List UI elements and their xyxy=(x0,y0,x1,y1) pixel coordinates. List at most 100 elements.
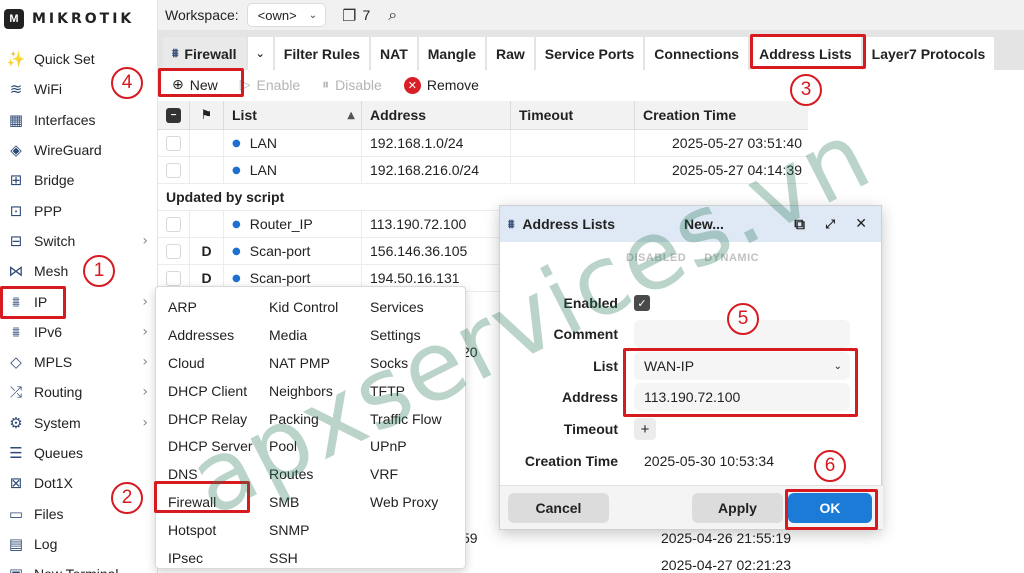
sidebar-item-routing[interactable]: ⤮ Routing › xyxy=(0,377,158,407)
sidebar-item-queues[interactable]: ☰ Queues xyxy=(0,438,158,468)
column-header-timeout[interactable]: Timeout xyxy=(511,100,635,130)
row-checkbox-cell[interactable] xyxy=(158,156,190,184)
submenu-item-ssh[interactable]: SSH xyxy=(269,544,338,572)
tab-connections[interactable]: Connections xyxy=(645,37,749,70)
submenu-item-upnp[interactable]: UPnP xyxy=(370,432,442,460)
terminal-icon: ▣ xyxy=(6,565,26,573)
submenu-item-dhcp-client[interactable]: DHCP Client xyxy=(168,377,253,405)
sidebar-item-wireguard[interactable]: ◈ WireGuard xyxy=(0,135,158,165)
workspace-select[interactable]: <own> ⌄ xyxy=(246,3,327,27)
tab-bar: ⩩ Firewall ⌄ Filter Rules NAT Mangle Raw Servic… xyxy=(158,30,1024,70)
mesh-icon: ⋈ xyxy=(8,262,24,281)
sidebar-item-mesh[interactable]: ⋈ Mesh xyxy=(0,256,158,286)
dialog-title: Address Lists xyxy=(522,216,616,232)
add-timeout-button[interactable]: + xyxy=(634,418,656,440)
sidebar-item-new-terminal[interactable]: ▣ New Terminal xyxy=(0,559,158,573)
row-checkbox[interactable] xyxy=(166,162,181,178)
submenu-item-media[interactable]: Media xyxy=(269,321,338,349)
submenu-item-traffic-flow[interactable]: Traffic Flow xyxy=(370,405,442,433)
sidebar-item-log[interactable]: ▤ Log xyxy=(0,529,158,559)
submenu-item-neighbors[interactable]: Neighbors xyxy=(269,377,338,405)
table-partial-creation-1: 2025-04-26 21:55:19 xyxy=(661,530,791,546)
submenu-item-addresses[interactable]: Addresses xyxy=(168,321,253,349)
highlight-ip xyxy=(0,286,66,319)
search-icon[interactable]: ⌕ xyxy=(388,5,397,25)
sidebar-item-switch[interactable]: ⊟ Switch › xyxy=(0,226,158,256)
submenu-item-ipsec[interactable]: IPsec xyxy=(168,544,253,572)
apply-button[interactable]: Apply xyxy=(692,493,783,523)
enabled-checkbox[interactable]: ✓ xyxy=(634,295,650,311)
row-list-text: LAN xyxy=(249,135,277,151)
logo-text: MIKROTIK xyxy=(32,11,135,27)
row-checkbox[interactable] xyxy=(166,243,181,259)
row-flag xyxy=(190,210,224,238)
sidebar-item-system[interactable]: ⚙ System › xyxy=(0,408,158,438)
sidebar-item-ppp[interactable]: ⊡ PPP xyxy=(0,195,158,225)
column-header-creation-time[interactable]: Creation Time xyxy=(635,101,808,130)
submenu-item-routes[interactable]: Routes xyxy=(269,460,338,488)
tab-service-ports[interactable]: Service Ports xyxy=(535,37,644,70)
row-checkbox[interactable] xyxy=(166,216,181,232)
row-checkbox-cell[interactable] xyxy=(158,129,190,157)
enable-button[interactable]: ▷ Enable xyxy=(240,77,300,93)
row-checkbox[interactable] xyxy=(166,270,181,286)
submenu-item-settings[interactable]: Settings xyxy=(370,321,442,349)
submenu-item-web-proxy[interactable]: Web Proxy xyxy=(370,488,442,516)
sidebar-item-label: System xyxy=(34,414,81,431)
tab-raw[interactable]: Raw xyxy=(487,37,534,70)
tab-mangle[interactable]: Mangle xyxy=(418,37,485,70)
comment-row: Comment xyxy=(500,319,883,349)
disable-button[interactable]: ⏸ Disable xyxy=(322,77,382,93)
tab-filter-rules[interactable]: Filter Rules xyxy=(274,37,370,70)
remove-button[interactable]: ✕ Remove xyxy=(403,76,479,94)
row-checkbox-cell[interactable] xyxy=(158,237,190,265)
submenu-item-snmp[interactable]: SNMP xyxy=(269,516,338,544)
row-checkbox[interactable] xyxy=(166,135,181,151)
tab-layer7-protocols[interactable]: Layer7 Protocols xyxy=(862,37,995,70)
submenu-item-pool[interactable]: Pool xyxy=(269,432,338,460)
column-header-list[interactable]: List ▲ xyxy=(224,100,362,130)
table-row[interactable]: ● LAN 192.168.216.0/24 2025-05-27 04:14:39 xyxy=(158,156,808,184)
row-checkbox-cell[interactable] xyxy=(158,210,190,238)
windows-icon[interactable]: ❐ xyxy=(342,6,356,25)
submenu-item-dhcp-relay[interactable]: DHCP Relay xyxy=(168,405,253,433)
sidebar-item-mpls[interactable]: ◇ MPLS › xyxy=(0,347,158,377)
submenu-item-vrf[interactable]: VRF xyxy=(370,460,442,488)
tab-nat[interactable]: NAT xyxy=(371,37,417,70)
sidebar-item-interfaces[interactable]: ▦ Interfaces xyxy=(0,105,158,135)
tab-firewall[interactable]: ⩩ Firewall xyxy=(163,37,246,70)
ipv4-icon: ⩩ xyxy=(508,216,515,231)
mikrotik-logo-icon: M xyxy=(4,9,24,29)
sidebar-item-label: WireGuard xyxy=(34,142,102,159)
gear-icon: ⚙ xyxy=(9,413,23,432)
chevron-down-icon: ⌄ xyxy=(255,47,265,60)
submenu-item-hotspot[interactable]: Hotspot xyxy=(168,516,253,544)
expand-icon[interactable]: ⤢ xyxy=(825,217,835,232)
submenu-item-nat-pmp[interactable]: NAT PMP xyxy=(269,349,338,377)
submenu-item-cloud[interactable]: Cloud xyxy=(168,349,253,377)
column-header-address[interactable]: Address xyxy=(362,100,511,130)
table-row[interactable]: ● LAN 192.168.1.0/24 2025-05-27 03:51:40 xyxy=(158,129,808,157)
ppp-icon: ⊡ xyxy=(9,201,23,220)
select-all-checkbox[interactable]: − xyxy=(158,100,190,130)
ipv6-icon: ⩩ xyxy=(11,322,20,341)
submenu-item-dhcp-server[interactable]: DHCP Server xyxy=(168,432,253,460)
dialog-header[interactable]: ⩩ Address Lists New... ⧉ ⤢ ✕ xyxy=(500,206,881,242)
close-icon[interactable]: ✕ xyxy=(855,216,867,232)
submenu-item-services[interactable]: Services xyxy=(370,293,442,321)
submenu-item-packing[interactable]: Packing xyxy=(269,405,338,433)
cancel-button[interactable]: Cancel xyxy=(508,493,609,523)
row-flag xyxy=(190,156,224,184)
submenu-item-arp[interactable]: ARP xyxy=(168,293,253,321)
tab-dropdown[interactable]: ⌄ xyxy=(247,37,273,70)
sidebar-item-bridge[interactable]: ⊞ Bridge xyxy=(0,165,158,195)
dot-icon: ● xyxy=(232,272,241,284)
copy-icon[interactable]: ⧉ xyxy=(794,215,805,233)
flag-column-header[interactable]: ⚑ xyxy=(190,100,224,130)
submenu-item-kid-control[interactable]: Kid Control xyxy=(269,293,338,321)
sidebar-item-ipv6[interactable]: ⩩ IPv6 › xyxy=(0,317,158,347)
submenu-item-socks[interactable]: Socks xyxy=(370,349,442,377)
submenu-item-tftp[interactable]: TFTP xyxy=(370,377,442,405)
dot-icon: ● xyxy=(232,245,241,257)
submenu-item-smb[interactable]: SMB xyxy=(269,488,338,516)
